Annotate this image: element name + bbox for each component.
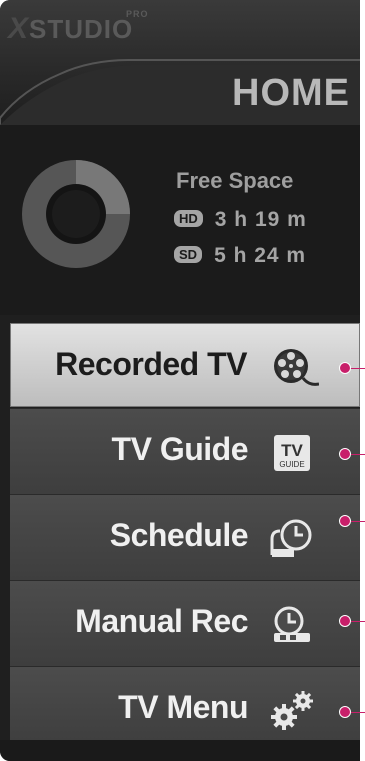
main-menu: Recorded TV TV Guide TV GUIDE Schedule M…: [10, 318, 360, 746]
callout-dot-recorded-tv: [339, 362, 351, 374]
film-reel-icon: [274, 349, 319, 386]
menu-item-label: TV Menu: [118, 689, 248, 725]
callout-dot-schedule: [339, 515, 351, 527]
callout-dot-tv-menu: [339, 706, 351, 718]
manual-record-icon: [274, 606, 310, 642]
disk-usage-pie-icon: [22, 160, 130, 268]
callout-dot-manual-rec: [339, 615, 351, 627]
svg-text:GUIDE: GUIDE: [279, 460, 304, 469]
panel-bottom: [0, 740, 360, 761]
hd-space-value: 3 h 19 m: [214, 208, 307, 231]
menu-item-label: Recorded TV: [55, 346, 247, 382]
hd-badge: HD: [174, 210, 203, 227]
menu-item-manual-rec[interactable]: Manual Rec: [10, 580, 360, 666]
hd-space-row: HD 3 h 19 m: [174, 208, 307, 232]
xstudio-logo: XSTUDIO PRO: [8, 9, 149, 45]
home-panel: XSTUDIO PRO HOME Free Space HD 3 h 19 m S…: [0, 0, 360, 761]
svg-text:TV: TV: [281, 441, 303, 460]
page-title: HOME: [232, 72, 350, 114]
menu-item-label: TV Guide: [111, 431, 249, 467]
clock-schedule-icon: [270, 519, 312, 557]
tv-guide-icon: TV GUIDE: [274, 435, 310, 471]
gears-icon: [271, 691, 313, 730]
sd-space-row: SD 5 h 24 m: [174, 244, 306, 268]
menu-item-label: Schedule: [109, 517, 249, 553]
sd-space-value: 5 h 24 m: [214, 244, 307, 267]
menu-item-tv-guide[interactable]: TV Guide TV GUIDE: [10, 408, 360, 494]
header: XSTUDIO PRO HOME: [0, 0, 360, 125]
callout-dot-tv-guide: [339, 448, 351, 460]
menu-item-recorded-tv[interactable]: Recorded TV: [10, 323, 360, 407]
menu-item-schedule[interactable]: Schedule: [10, 494, 360, 580]
menu-item-label: Manual Rec: [75, 603, 248, 639]
sd-badge: SD: [174, 246, 203, 263]
menu-item-tv-menu[interactable]: TV Menu: [10, 666, 360, 746]
free-space-label: Free Space: [176, 168, 294, 193]
